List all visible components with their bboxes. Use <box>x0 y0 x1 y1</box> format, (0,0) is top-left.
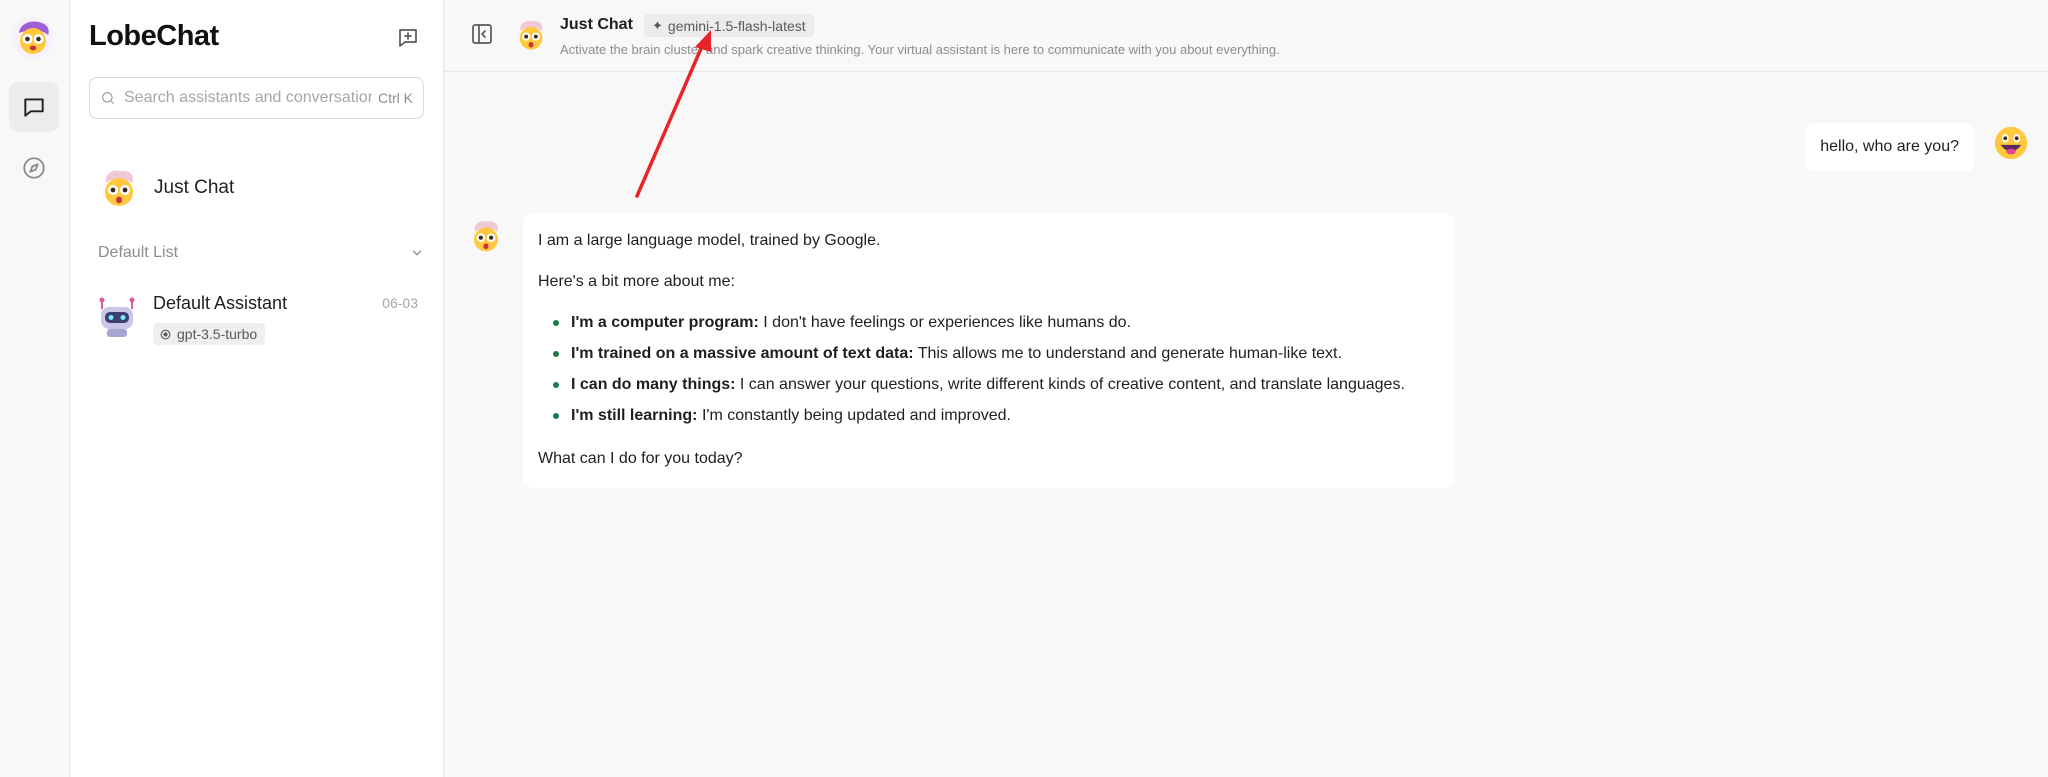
list-item: I can do many things: I can answer your … <box>538 374 1440 395</box>
app-brand: LobeChat <box>89 20 219 52</box>
assistant-bullet-list: I'm a computer program: I don't have fee… <box>538 312 1440 426</box>
search-box[interactable]: Ctrl K <box>89 77 424 119</box>
chat-header: Just Chat ✦ gemini-1.5-flash-latest Acti… <box>444 0 2048 72</box>
session-title: Default Assistant <box>153 293 288 313</box>
session-date: 06-03 <box>382 295 418 311</box>
list-item: I'm a computer program: I don't have fee… <box>538 312 1440 333</box>
sidebar-item-label: Just Chat <box>154 177 235 198</box>
assistant-avatar <box>474 221 499 252</box>
search-icon <box>102 92 114 104</box>
session-item-default-assistant[interactable]: Default Assistant 06-03 gpt-3.5-turbo <box>89 287 424 353</box>
icon-rail <box>0 0 70 777</box>
list-item: I'm still learning: I'm constantly being… <box>538 405 1440 426</box>
sparkle-icon: ✦ <box>652 17 663 33</box>
assistant-closing: What can I do for you today? <box>538 450 743 467</box>
new-chat-icon <box>399 29 417 47</box>
sidebar-toggle-icon[interactable] <box>470 22 494 46</box>
assistant-lead: Here's a bit more about me: <box>538 273 735 290</box>
session-model-tag: gpt-3.5-turbo <box>153 323 266 345</box>
search-shortcut: Ctrl K <box>378 90 413 106</box>
session-model-label: gpt-3.5-turbo <box>177 326 258 342</box>
chat-title: Just Chat <box>560 16 633 33</box>
search-input[interactable] <box>124 89 372 107</box>
just-chat-avatar <box>105 170 134 206</box>
new-chat-button[interactable] <box>388 20 428 56</box>
default-list-header[interactable]: Default List <box>98 242 424 264</box>
user-message: hello, who are you? <box>1805 123 1974 171</box>
model-label: gemini-1.5-flash-latest <box>667 17 806 34</box>
user-avatar <box>1994 126 2028 160</box>
session-sidebar: LobeChat Ctrl K Just Chat Default List <box>70 0 444 777</box>
compass-icon <box>23 157 45 179</box>
sidebar-item-just-chat[interactable]: Just Chat <box>89 160 424 216</box>
openai-icon <box>160 329 171 339</box>
chat-main: Just Chat ✦ gemini-1.5-flash-latest Acti… <box>444 0 2048 777</box>
user-avatar[interactable] <box>12 17 54 59</box>
chat-nav-button[interactable] <box>9 82 59 132</box>
assistant-intro: I am a large language model, trained by … <box>538 232 881 249</box>
group-title: Default List <box>98 244 179 261</box>
assistant-message: I am a large language model, trained by … <box>523 213 1455 488</box>
list-item: I'm trained on a massive amount of text … <box>538 343 1440 364</box>
chat-icon <box>24 98 44 117</box>
chevron-down-icon <box>412 250 422 256</box>
model-tag[interactable]: ✦ gemini-1.5-flash-latest <box>644 14 814 37</box>
discover-nav-button[interactable] <box>9 143 59 193</box>
robot-avatar <box>99 297 135 337</box>
chat-description: Activate the brain cluster and spark cre… <box>560 42 1280 57</box>
chat-avatar[interactable] <box>514 18 548 52</box>
